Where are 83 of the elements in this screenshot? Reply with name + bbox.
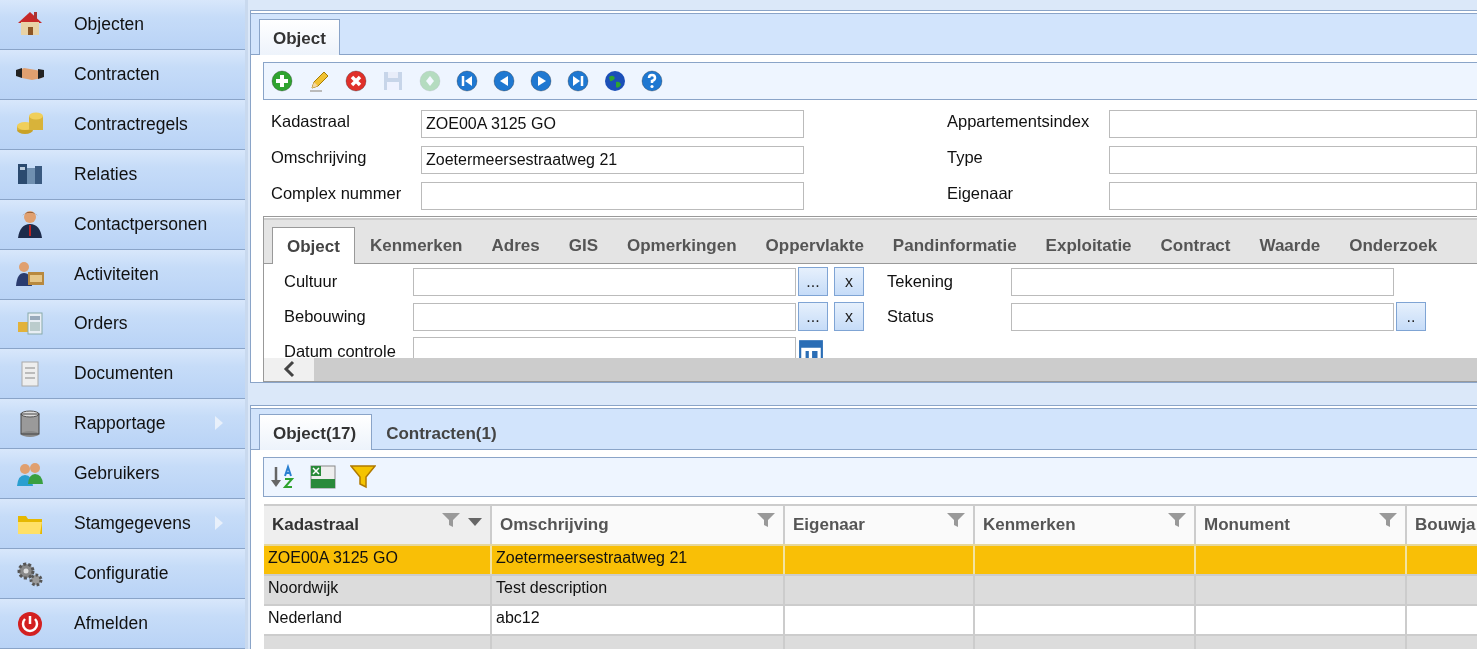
- column-header[interactable]: Monument: [1196, 506, 1407, 544]
- input-field[interactable]: [1011, 267, 1394, 296]
- chevron-left-icon[interactable]: [282, 360, 296, 379]
- sort-icon[interactable]: [270, 464, 296, 490]
- first-icon[interactable]: [455, 69, 479, 93]
- tab[interactable]: GIS: [554, 227, 612, 264]
- tab[interactable]: Object(17): [259, 414, 373, 450]
- field-label: Tekening: [887, 272, 955, 292]
- browse-button[interactable]: ...: [798, 267, 828, 297]
- sidebar-item[interactable]: Configuratie: [0, 549, 245, 600]
- field-label: Eigenaar: [947, 183, 1015, 203]
- input-field[interactable]: [1109, 182, 1477, 210]
- input-field[interactable]: [413, 337, 796, 358]
- input-field[interactable]: [421, 182, 804, 210]
- sidebar-item[interactable]: Contractregels: [0, 99, 245, 150]
- field-label: Datum controle: [284, 341, 397, 358]
- input-field[interactable]: [1109, 110, 1477, 138]
- field-label: Omschrijving: [271, 147, 368, 167]
- input-field[interactable]: [413, 267, 796, 296]
- tab[interactable]: Object: [272, 227, 355, 265]
- column-header[interactable]: Eigenaar: [785, 506, 975, 544]
- input-field[interactable]: [1109, 146, 1477, 174]
- column-header[interactable]: Kenmerken: [975, 506, 1196, 544]
- last-icon[interactable]: [566, 69, 590, 93]
- tab[interactable]: Onderzoek: [1335, 227, 1452, 264]
- sidebar-item[interactable]: Contracten: [0, 49, 245, 100]
- filter-icon[interactable]: [947, 513, 965, 529]
- tab[interactable]: Exploitatie: [1031, 227, 1146, 264]
- table-cell: Test description: [492, 576, 785, 604]
- calendar-icon[interactable]: [798, 338, 824, 358]
- sidebar-item[interactable]: Gebruikers: [0, 449, 245, 500]
- previous-icon[interactable]: [492, 69, 516, 93]
- input-field[interactable]: Zoetermeersestraatweg 21: [421, 146, 804, 174]
- sidebar-item[interactable]: Objecten: [0, 0, 245, 50]
- tab[interactable]: Opmerkingen: [613, 227, 751, 264]
- delete-icon[interactable]: [344, 69, 368, 93]
- tab[interactable]: Object: [259, 19, 340, 55]
- sidebar-item[interactable]: Contactpersonen: [0, 199, 245, 250]
- filter-icon[interactable]: [1168, 513, 1186, 529]
- add-icon[interactable]: [270, 69, 294, 93]
- sidebar-item[interactable]: Documenten: [0, 349, 245, 400]
- tab[interactable]: Pandinformatie: [878, 227, 1031, 264]
- table-cell: Noordwijk: [264, 576, 492, 604]
- field-label: Complex nummer: [271, 183, 403, 203]
- pencil-icon[interactable]: [307, 69, 331, 93]
- sidebar-item[interactable]: Rapportage: [0, 399, 245, 450]
- sort-descending-icon[interactable]: [468, 518, 482, 526]
- tab[interactable]: Contract: [1146, 227, 1245, 264]
- sidebar-item[interactable]: Afmelden: [0, 599, 245, 649]
- horizontal-scrollbar[interactable]: [264, 357, 1477, 381]
- field-label: Bebouwing: [284, 307, 367, 327]
- sidebar-item[interactable]: Activiteiten: [0, 249, 245, 300]
- browse-button[interactable]: ...: [798, 302, 828, 332]
- tab[interactable]: Kenmerken: [355, 227, 477, 264]
- field-label: Status: [887, 307, 935, 327]
- filter-icon[interactable]: [757, 513, 775, 529]
- tab[interactable]: Waarde: [1245, 227, 1335, 264]
- column-header[interactable]: Bouwja: [1407, 506, 1477, 544]
- field-label: Type: [947, 147, 984, 167]
- input-field[interactable]: ZOE00A 3125 GO: [421, 110, 804, 138]
- filter-icon[interactable]: [442, 513, 460, 529]
- help-icon[interactable]: [640, 69, 664, 93]
- filter-icon[interactable]: [350, 464, 376, 490]
- tab[interactable]: Adres: [477, 227, 554, 264]
- browse-button[interactable]: ..: [1396, 302, 1426, 332]
- input-field[interactable]: [413, 302, 796, 331]
- field-label: Cultuur: [284, 272, 339, 292]
- clear-button[interactable]: x: [834, 267, 864, 297]
- sidebar-item[interactable]: Orders: [0, 299, 245, 350]
- field-label: Appartementsindex: [947, 111, 1091, 131]
- tab[interactable]: Contracten(1): [372, 414, 513, 450]
- sidebar-item[interactable]: Stamgegevens: [0, 499, 245, 550]
- column-header[interactable]: Omschrijving: [492, 506, 785, 544]
- filter-icon[interactable]: [1379, 513, 1397, 529]
- globe-icon[interactable]: [603, 69, 627, 93]
- clear-button[interactable]: x: [834, 302, 864, 332]
- spreadsheet-icon[interactable]: [310, 464, 336, 490]
- column-header[interactable]: Kadastraal: [264, 506, 492, 544]
- tab[interactable]: Oppervlakte: [751, 227, 878, 264]
- input-field[interactable]: [1011, 302, 1394, 331]
- sidebar-item[interactable]: Relaties: [0, 149, 245, 200]
- next-icon[interactable]: [529, 69, 553, 93]
- field-label: Kadastraal: [271, 111, 351, 131]
